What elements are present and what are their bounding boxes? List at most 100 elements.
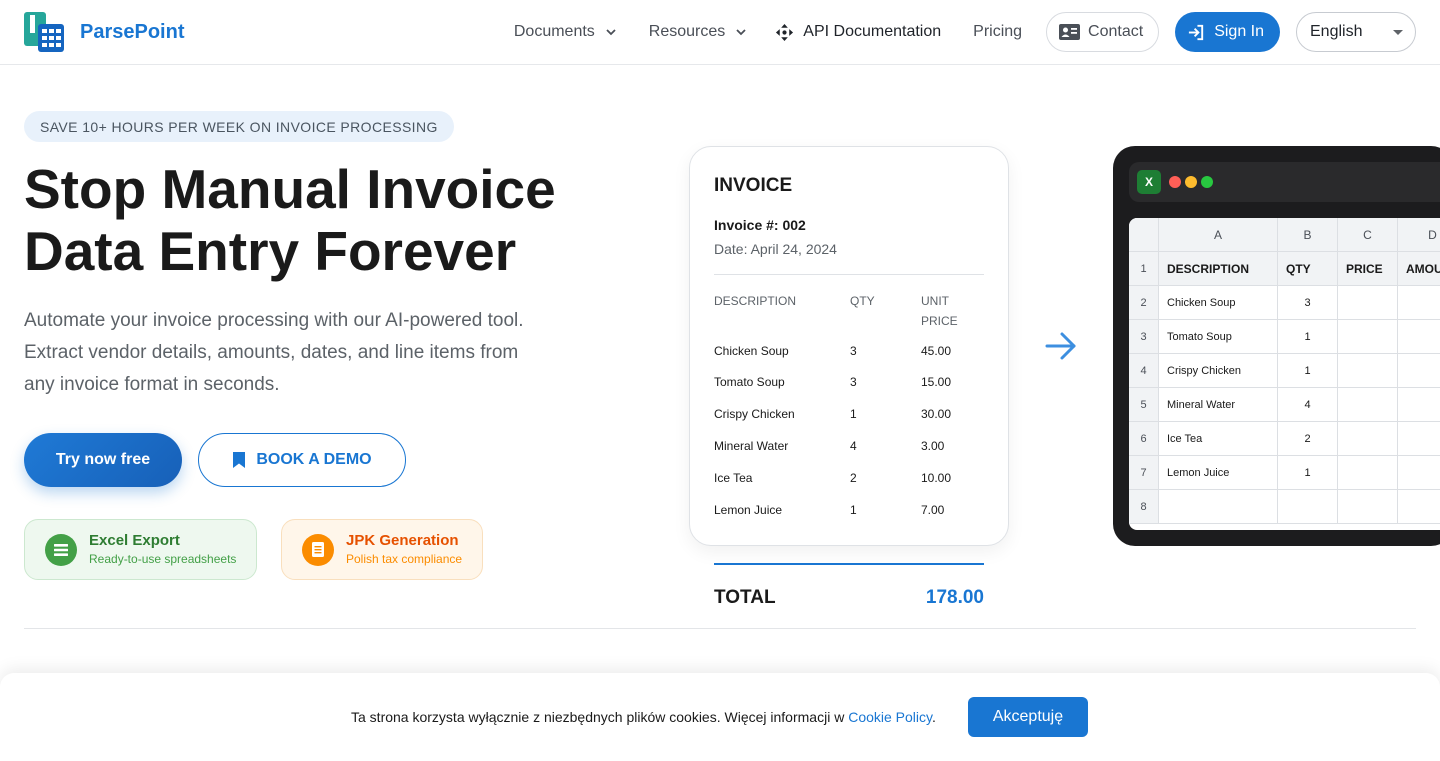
invoice-item-description: Chicken Soup xyxy=(714,344,789,358)
sign-in-button[interactable]: Sign In xyxy=(1175,12,1280,52)
sheet-cell xyxy=(1338,490,1398,524)
sheet-row-number: 2 xyxy=(1129,286,1159,320)
sheet-header-cell: QTY xyxy=(1278,252,1338,286)
invoice-number: Invoice #: 002 xyxy=(714,217,806,233)
document-icon xyxy=(302,533,334,566)
invoice-item-price: 45.00 xyxy=(921,344,952,358)
sheet-cell xyxy=(1338,456,1398,490)
invoice-total-divider xyxy=(714,563,984,565)
sheet-header-cell: PRICE xyxy=(1338,252,1398,286)
nav-resources[interactable]: Resources xyxy=(649,23,747,41)
accept-cookies-button[interactable]: Akceptuję xyxy=(968,697,1088,737)
hero-description-line3: any invoice format in seconds. xyxy=(24,374,280,395)
brand-logo[interactable]: ParsePoint xyxy=(24,12,184,52)
sheet-cell: Ice Tea xyxy=(1159,422,1278,456)
window-maximize-dot xyxy=(1201,176,1213,188)
cookie-message: Ta strona korzysta wyłącznie z niezbędny… xyxy=(351,709,936,725)
nav-pricing-label: Pricing xyxy=(973,23,1023,40)
contact-button[interactable]: Contact xyxy=(1046,12,1160,52)
invoice-divider xyxy=(714,274,984,275)
feature-title: JPK Generation xyxy=(346,532,459,549)
feature-subtitle: Ready-to-use spreadsheets xyxy=(89,552,237,566)
sheet-cell: Crispy Chicken xyxy=(1159,354,1278,388)
sheet-corner-cell xyxy=(1129,218,1159,252)
sheet-cell xyxy=(1159,490,1278,524)
nav-resources-label: Resources xyxy=(648,23,726,40)
invoice-item-row: Crispy Chicken 1 30.00 xyxy=(714,407,986,427)
invoice-item-description: Crispy Chicken xyxy=(714,407,795,421)
sheet-cell: 15.0 xyxy=(1398,320,1440,354)
invoice-item-qty: 1 xyxy=(850,407,857,421)
invoice-item-qty: 3 xyxy=(850,375,857,389)
sheet-cell xyxy=(1398,490,1440,524)
spreadsheet-titlebar: X xyxy=(1129,162,1440,202)
invoice-item-row: Mineral Water 4 3.00 xyxy=(714,439,986,459)
sheet-cell: 1 xyxy=(1278,354,1338,388)
spreadsheet-grid: ABCD1DESCRIPTIONQTYPRICEAMOUN2Chicken So… xyxy=(1129,218,1440,530)
sheet-cell: 30.0 xyxy=(1398,354,1440,388)
chevron-down-icon xyxy=(736,29,746,36)
invoice-item-description: Lemon Juice xyxy=(714,503,783,517)
sheet-cell: 2 xyxy=(1278,422,1338,456)
invoice-item-qty: 3 xyxy=(850,344,857,358)
feature-jpk-generation: JPK Generation Polish tax compliance xyxy=(281,519,483,580)
invoice-item-row: Lemon Juice 1 7.00 xyxy=(714,503,986,523)
invoice-item-qty: 4 xyxy=(850,439,857,453)
sheet-cell: 3 xyxy=(1278,286,1338,320)
window-close-dot xyxy=(1169,176,1181,188)
sheet-cell xyxy=(1278,490,1338,524)
language-select[interactable]: English xyxy=(1296,12,1416,52)
sheet-cell xyxy=(1338,286,1398,320)
nav-pricing[interactable]: Pricing xyxy=(973,23,1022,41)
sheet-column-header: D xyxy=(1398,218,1440,252)
sheet-row-number: 8 xyxy=(1129,490,1159,524)
cookie-text-suffix: . xyxy=(931,709,936,725)
invoice-card: INVOICE Invoice #: 002 Date: April 24, 2… xyxy=(689,146,1009,546)
sheet-row-number: 7 xyxy=(1129,456,1159,490)
login-icon xyxy=(1189,24,1204,40)
language-value: English xyxy=(1310,23,1363,40)
invoice-total-label: TOTAL xyxy=(714,587,776,608)
sheet-row-number: 5 xyxy=(1129,388,1159,422)
invoice-number-value: 002 xyxy=(782,217,806,233)
sheet-cell: Mineral Water xyxy=(1159,388,1278,422)
spreadsheet-logo-icon xyxy=(24,12,64,52)
nav-documents-label: Documents xyxy=(513,23,595,40)
contact-card-icon xyxy=(1059,24,1081,40)
sheet-cell: Lemon Juice xyxy=(1159,456,1278,490)
invoice-item-price: 10.00 xyxy=(921,471,952,485)
chevron-down-icon xyxy=(606,29,616,36)
sheet-row-number: 4 xyxy=(1129,354,1159,388)
hero-description-line1: Automate your invoice processing with ou… xyxy=(24,310,524,331)
invoice-total-value: 178.00 xyxy=(925,587,984,608)
invoice-col-qty: QTY xyxy=(850,294,875,308)
sign-in-label: Sign In xyxy=(1214,23,1264,40)
hero-description-line2: Extract vendor details, amounts, dates, … xyxy=(24,342,519,363)
invoice-col-description: DESCRIPTION xyxy=(714,294,797,308)
contact-label: Contact xyxy=(1088,23,1144,40)
invoice-col-unit-price: UNIT PRICE xyxy=(921,291,958,331)
nav-api-docs[interactable]: API Documentation xyxy=(775,23,941,42)
hero-description: Automate your invoice processing with ou… xyxy=(24,305,584,401)
invoice-item-row: Tomato Soup 3 15.00 xyxy=(714,375,986,395)
try-now-button[interactable]: Try now free xyxy=(24,433,182,487)
list-icon xyxy=(45,533,77,566)
site-header: ParsePoint Documents Resources API Docum… xyxy=(0,0,1440,65)
nav-documents[interactable]: Documents xyxy=(514,23,617,41)
hero-tagline-badge: SAVE 10+ HOURS PER WEEK ON INVOICE PROCE… xyxy=(24,111,454,142)
sheet-cell: 4 xyxy=(1278,388,1338,422)
book-demo-button[interactable]: BOOK A DEMO xyxy=(198,433,406,487)
arrow-right-icon xyxy=(1045,332,1076,360)
sheet-cell xyxy=(1338,320,1398,354)
sheet-column-header: A xyxy=(1159,218,1278,252)
invoice-item-qty: 2 xyxy=(850,471,857,485)
sheet-cell: 1 xyxy=(1278,456,1338,490)
invoice-item-description: Mineral Water xyxy=(714,439,789,453)
book-demo-label: BOOK A DEMO xyxy=(256,451,372,468)
section-divider xyxy=(24,628,1416,629)
feature-subtitle: Polish tax compliance xyxy=(346,552,463,566)
invoice-title: INVOICE xyxy=(714,175,793,196)
cookie-banner: Ta strona korzysta wyłącznie z niezbędny… xyxy=(0,673,1440,761)
cookie-policy-link[interactable]: Cookie Policy xyxy=(848,709,932,725)
brand-name: ParsePoint xyxy=(80,20,185,43)
